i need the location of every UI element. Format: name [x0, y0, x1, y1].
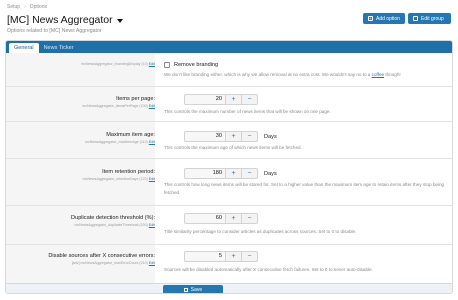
increment-button[interactable]: + [226, 213, 242, 224]
max-errors-stepper: 5 + − [184, 251, 258, 262]
option-var-duplicate-threshold: mcNewsAggregator_duplicateThreshold (200… [74, 223, 155, 227]
page-title[interactable]: [MC] News Aggregator [7, 14, 123, 26]
add-option-button[interactable]: + Add option [363, 13, 405, 24]
add-option-label: Add option [376, 15, 400, 22]
max-errors-input[interactable]: 5 [184, 251, 226, 262]
increment-button[interactable]: + [226, 168, 242, 179]
page-title-text: [MC] News Aggregator [7, 14, 113, 26]
option-var-max-item-age: mcNewsAggregator_maxItemAge (110) Edit [84, 140, 155, 144]
tab-bar: General News Ticker [6, 41, 452, 53]
max-item-age-input[interactable]: 30 [184, 131, 226, 142]
decrement-button[interactable]: − [242, 94, 258, 105]
chevron-down-icon[interactable] [116, 18, 123, 23]
increment-button[interactable]: + [226, 131, 242, 142]
decrement-button[interactable]: − [242, 251, 258, 262]
coffee-link[interactable]: coffee [372, 72, 384, 77]
option-var-retention-period: mcNewsAggregator_retentionDays (120) Edi… [82, 177, 155, 181]
max-errors-hint: Sources will be disabled automatically a… [164, 267, 373, 272]
row-divider [6, 158, 452, 159]
max-errors-label: Disable sources after X consecutive erro… [48, 253, 155, 259]
decrement-button[interactable]: − [242, 168, 258, 179]
retention-period-hint: This controls how long news items will b… [164, 182, 445, 195]
row-divider [6, 205, 452, 206]
items-per-page-stepper: 20 + − [184, 94, 258, 105]
save-label: Save [190, 286, 203, 293]
edit-group-button[interactable]: Edit group [408, 13, 451, 24]
form-footer: Save [6, 283, 452, 293]
edit-link[interactable]: Edit [149, 177, 155, 181]
remove-branding-label: Remove branding [174, 62, 219, 68]
edit-link[interactable]: Edit [149, 223, 155, 227]
row-divider [6, 86, 452, 87]
decrement-button[interactable]: − [242, 131, 258, 142]
breadcrumb-setup[interactable]: Setup [7, 4, 20, 10]
breadcrumb: Setup › Options [7, 4, 47, 10]
page-subtitle: Options related to [MC] News Aggregator [7, 28, 102, 34]
breadcrumb-separator: › [24, 4, 26, 10]
items-per-page-hint: This controls the maximum number of news… [164, 109, 331, 114]
breadcrumb-options[interactable]: Options [30, 4, 47, 10]
tab-news-ticker[interactable]: News Ticker [39, 43, 79, 53]
edit-link[interactable]: Edit [149, 140, 155, 144]
options-panel: General News Ticker mcNewsAggregator_bra… [5, 40, 453, 294]
retention-period-units: Days [264, 171, 277, 177]
save-button[interactable]: Save [163, 285, 223, 293]
plus-icon: + [368, 16, 373, 21]
decrement-button[interactable]: − [242, 213, 258, 224]
branding-hint: We don't like branding either, which is … [164, 72, 401, 77]
max-item-age-stepper: 30 + − [184, 131, 258, 142]
edit-icon [413, 16, 418, 21]
duplicate-threshold-hint: Title similarity percentage to consider … [164, 229, 357, 234]
edit-link[interactable]: Edit [149, 261, 155, 265]
remove-branding-checkbox[interactable] [164, 62, 170, 68]
option-var-branding: mcNewsAggregator_brandingDisplay (10) Ed… [81, 62, 155, 66]
options-form: mcNewsAggregator_brandingDisplay (10) Ed… [6, 53, 452, 283]
edit-link[interactable]: Edit [149, 62, 155, 66]
duplicate-threshold-label: Duplicate detection threshold (%): [71, 215, 155, 221]
items-per-page-label: Items per page: [116, 96, 155, 102]
duplicate-threshold-stepper: 60 + − [184, 213, 258, 224]
max-item-age-hint: This controls the maximum age of which n… [164, 145, 302, 150]
remove-branding-checkbox-row[interactable]: Remove branding [164, 62, 218, 68]
tab-general[interactable]: General [9, 43, 39, 53]
edit-link[interactable]: Edit [149, 104, 155, 108]
retention-period-input[interactable]: 180 [184, 168, 226, 179]
retention-period-stepper: 180 + − [184, 168, 258, 179]
retention-period-label: Item retention period: [102, 169, 155, 175]
max-item-age-label: Maximum item age: [106, 132, 155, 138]
option-var-items-per-page: mcNewsAggregator_itemsPerPage (100) Edit [82, 104, 155, 108]
increment-button[interactable]: + [226, 251, 242, 262]
row-divider [6, 121, 452, 122]
duplicate-threshold-input[interactable]: 60 [184, 213, 226, 224]
label-column [6, 53, 155, 283]
items-per-page-input[interactable]: 20 [184, 94, 226, 105]
option-var-max-errors: [adv] mcNewsAggregator_maxErrorCount (21… [71, 261, 155, 265]
max-item-age-units: Days [264, 134, 277, 140]
edit-group-label: Edit group [421, 15, 444, 22]
save-icon [183, 287, 188, 292]
row-divider [6, 244, 452, 245]
increment-button[interactable]: + [226, 94, 242, 105]
